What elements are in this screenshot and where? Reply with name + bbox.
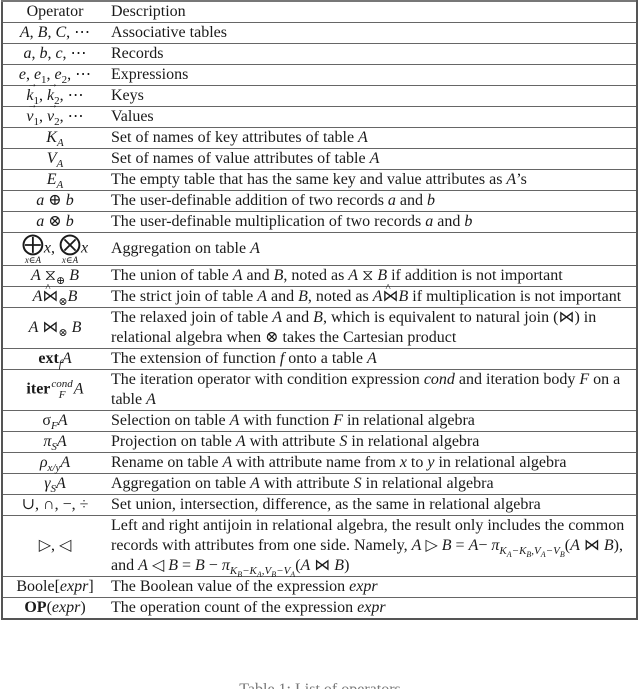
operator-cell: A ⋈⊗ B (28, 319, 82, 340)
operator-cell: extfA (38, 350, 72, 371)
table-row: VA Set of names of value attributes of ta… (2, 149, 637, 170)
description-cell: The extension of function f onto a table… (111, 350, 377, 367)
table-body: A, B, C, ⋯ Associative tables a, b, c, ⋯ Re… (2, 23, 637, 619)
description-cell: The union of table A and B, noted as A ⧖… (111, 267, 563, 284)
description-cell: Set of names of value attributes of tabl… (111, 150, 380, 167)
table-row: ⨁ x∈A x, ⨂ x∈A x Aggregation on table A (2, 233, 637, 266)
table-caption: Table 1: List of operators (0, 681, 640, 689)
operator-cell: A ⧖⊕ B (30, 267, 79, 288)
table-row: iter cond F A The iteration operator with co… (2, 370, 637, 411)
table-row: ▷, ◁ Left and right antijoin in relationa… (2, 516, 637, 580)
table-row: A ⋈⊗ B The relaxed join of table A and B,… (2, 308, 637, 349)
header-operator: Operator (26, 3, 84, 20)
operator-cell: VA (46, 150, 64, 171)
description-cell: Expressions (111, 66, 189, 83)
table-row: EA The empty table that has the same key … (2, 170, 637, 191)
description-cell: Aggregation on table A (111, 240, 260, 257)
operator-cell: ρx/yA (39, 454, 71, 475)
table-row: e, e1, e2, ⋯ Expressions (2, 65, 637, 86)
table-row: KA Set of names of key attributes of tabl… (2, 128, 637, 149)
operator-cell: γSA (44, 475, 66, 496)
table-row: extfA The extension of function f onto a … (2, 349, 637, 370)
table-row: A ⧖⊕ B The union of table A and B, noted … (2, 266, 637, 287)
operator-table: Operator Description A, B, C, ⋯ Associati… (1, 0, 638, 620)
description-cell: The operation count of the expression ex… (111, 599, 386, 616)
header-description: Description (111, 3, 186, 20)
description-cell: Keys (111, 87, 144, 104)
description-cell: Set of names of key attributes of table … (111, 129, 368, 146)
operator-cell: ▷, ◁ (38, 537, 72, 554)
description-cell: Aggregation on table A with attribute S … (111, 475, 494, 492)
operator-cell: ∪, ∩, −, ÷ (21, 496, 89, 513)
description-cell: Records (111, 45, 164, 62)
table-row: σFA Selection on table A with function F … (2, 411, 637, 432)
table-row: a, b, c, ⋯ Records (2, 44, 637, 65)
description-cell: The user-definable addition of two recor… (111, 192, 436, 209)
description-cell: Rename on table A with attribute name fr… (111, 454, 567, 471)
description-cell: Selection on table A with function F in … (111, 412, 475, 429)
description-cell: Set union, intersection, difference, as … (111, 496, 541, 513)
table-row: a ⊕ b The user-definable addition of two … (2, 191, 637, 212)
operator-cell: A, B, C, ⋯ (19, 24, 91, 41)
table-header-row: Operator Description (2, 1, 637, 23)
description-cell: Associative tables (111, 24, 227, 41)
table-row: a ⊗ b The user-definable multiplication o… (2, 212, 637, 233)
operator-cell: σFA (42, 412, 68, 433)
operator-cell: ⨁ x∈A x, ⨂ x∈A x (21, 231, 89, 266)
description-cell: Projection on table A with attribute S i… (111, 433, 480, 450)
table-row: k1, k2, ⋯Keys (2, 75, 637, 107)
table-row: Boole[expr] The Boolean value of the expr… (2, 577, 637, 598)
table-row: ∪, ∩, −, ÷ Set union, intersection, diffe… (2, 495, 637, 516)
description-cell: The relaxed join of table A and B, which… (111, 309, 597, 346)
description-cell: Left and right antijoin in relational al… (111, 517, 625, 580)
table-row: ρx/yA Rename on table A with attribute na… (2, 453, 637, 474)
operator-cell: iter cond F A (26, 378, 84, 401)
table-row: πSA Projection on table A with attribute … (2, 432, 637, 453)
description-cell: The Boolean value of the expression expr (111, 578, 378, 595)
description-cell: The iteration operator with condition ex… (111, 371, 621, 408)
operator-cell: a, b, c, ⋯ (23, 45, 87, 62)
operator-cell: πSA (43, 433, 67, 454)
table-row: γSA Aggregation on table A with attribute… (2, 474, 637, 495)
operator-cell: EA (46, 171, 64, 192)
description-cell: The user-definable multiplication of two… (111, 213, 473, 230)
operator-cell: Boole[expr] (16, 578, 94, 595)
table-row: A⋈⊗BThe strict join of table A and B, no… (2, 278, 637, 308)
operator-cell: KA (46, 129, 64, 150)
operator-cell: A⋈⊗B (2, 278, 107, 308)
description-cell: The empty table that has the same key an… (111, 171, 527, 188)
table-row: v1, v2, ⋯Values (2, 96, 637, 128)
description-cell: The strict join of table A and B, noted … (107, 278, 637, 308)
operator-cell: a ⊗ b (36, 213, 74, 230)
table-row: OP(expr) The operation count of the expre… (2, 598, 637, 619)
description-cell: Values (111, 108, 154, 125)
operator-cell: a ⊕ b (36, 192, 74, 209)
operator-cell: OP(expr) (24, 599, 86, 616)
operator-cell: v1, v2, ⋯ (2, 96, 107, 128)
table-row: A, B, C, ⋯ Associative tables (2, 23, 637, 44)
